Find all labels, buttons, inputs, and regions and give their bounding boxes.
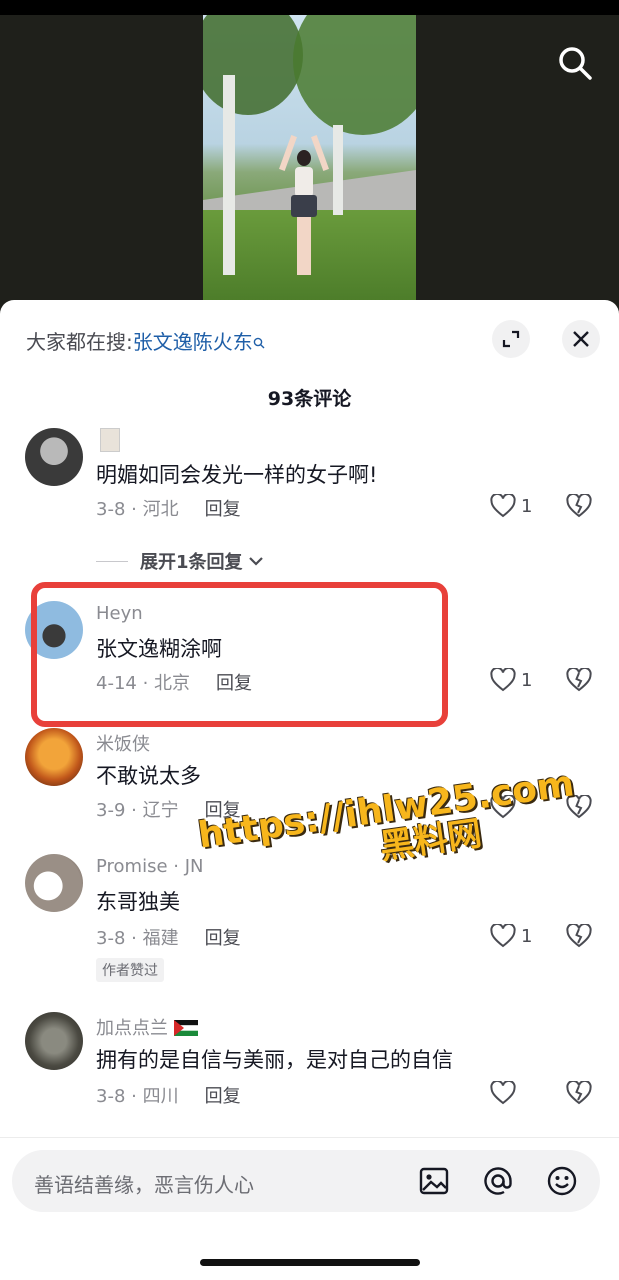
comment-meta: 3-8 · 福建 回复 xyxy=(96,924,241,950)
avatar[interactable] xyxy=(25,428,83,486)
comment-date-location: 3-8 · 河北 xyxy=(96,499,179,520)
comment-text: 拥有的是自信与美丽，是对自己的自信 xyxy=(96,1048,453,1072)
name-sticker-icon xyxy=(100,428,120,452)
avatar[interactable] xyxy=(25,1012,83,1070)
home-indicator xyxy=(200,1259,420,1266)
like-button[interactable]: 1 xyxy=(490,494,532,518)
expand-replies-button[interactable]: 展开1条回复 xyxy=(96,548,265,574)
reply-button[interactable]: 回复 xyxy=(205,928,241,949)
trending-search[interactable]: 大家都在搜:张文逸陈火东 xyxy=(26,326,265,355)
search-icon xyxy=(253,330,265,349)
comment-count: 93条评论 xyxy=(267,388,352,410)
comment-input-placeholder: 善语结善缘，恶言伤人心 xyxy=(34,1173,254,1197)
comment-meta: 3-8 · 河北 回复 xyxy=(96,495,241,521)
comment-date-location: 3-8 · 福建 xyxy=(96,928,179,949)
comment-date-location: 3-9 · 辽宁 xyxy=(96,800,179,821)
trending-prefix: 大家都在搜: xyxy=(26,330,133,354)
search-icon[interactable] xyxy=(557,45,593,81)
broken-heart-icon xyxy=(566,492,592,518)
like-button[interactable]: 1 xyxy=(490,668,532,692)
dislike-button[interactable] xyxy=(566,922,592,952)
heart-icon xyxy=(490,924,516,948)
at-icon[interactable] xyxy=(482,1165,514,1197)
highlight-box xyxy=(31,582,448,727)
status-bar xyxy=(0,0,619,15)
like-count: 1 xyxy=(521,925,533,947)
comment-date-location: 3-8 · 四川 xyxy=(96,1086,179,1107)
heart-icon xyxy=(490,1081,516,1105)
image-icon[interactable] xyxy=(418,1165,450,1197)
comment-username[interactable]: 加点点兰 xyxy=(96,1014,198,1040)
trending-keyword[interactable]: 张文逸陈火东 xyxy=(133,330,253,354)
comment-text: 明媚如同会发光一样的女子啊! xyxy=(96,463,378,487)
like-button[interactable]: 1 xyxy=(490,924,532,948)
emoji-icon[interactable] xyxy=(546,1165,578,1197)
video-area[interactable] xyxy=(0,15,619,315)
dislike-button[interactable] xyxy=(566,492,592,522)
comment-text: 不敢说太多 xyxy=(96,764,201,788)
dislike-button[interactable] xyxy=(566,1079,592,1109)
reply-button[interactable]: 回复 xyxy=(205,499,241,520)
comment-username-text: 加点点兰 xyxy=(96,1018,168,1039)
comment-text: 东哥独美 xyxy=(96,890,180,914)
close-icon xyxy=(573,331,589,347)
like-count: 1 xyxy=(521,669,533,691)
expand-replies-label: 展开1条回复 xyxy=(140,552,243,573)
comment-meta: 3-8 · 四川 回复 xyxy=(96,1082,241,1108)
like-button[interactable] xyxy=(490,1081,521,1105)
chevron-down-icon xyxy=(248,557,263,566)
dislike-button[interactable] xyxy=(566,666,592,696)
like-count: 1 xyxy=(521,495,533,517)
close-button[interactable] xyxy=(562,320,600,358)
divider xyxy=(0,1137,619,1138)
avatar[interactable] xyxy=(25,854,83,912)
comment-username[interactable]: 米饭侠 xyxy=(96,730,150,756)
avatar[interactable] xyxy=(25,728,83,786)
broken-heart-icon xyxy=(566,922,592,948)
comment-username[interactable]: Promise · JN xyxy=(96,856,203,877)
heart-icon xyxy=(490,668,516,692)
broken-heart-icon xyxy=(566,666,592,692)
flag-icon xyxy=(173,1020,198,1036)
video-thumbnail[interactable] xyxy=(203,15,416,301)
broken-heart-icon xyxy=(566,1079,592,1105)
expand-button[interactable] xyxy=(492,320,530,358)
reply-button[interactable]: 回复 xyxy=(205,1086,241,1107)
comment-input[interactable]: 善语结善缘，恶言伤人心 xyxy=(12,1150,600,1212)
author-liked-badge: 作者赞过 xyxy=(96,958,164,982)
heart-icon xyxy=(490,494,516,518)
expand-icon xyxy=(502,330,520,348)
